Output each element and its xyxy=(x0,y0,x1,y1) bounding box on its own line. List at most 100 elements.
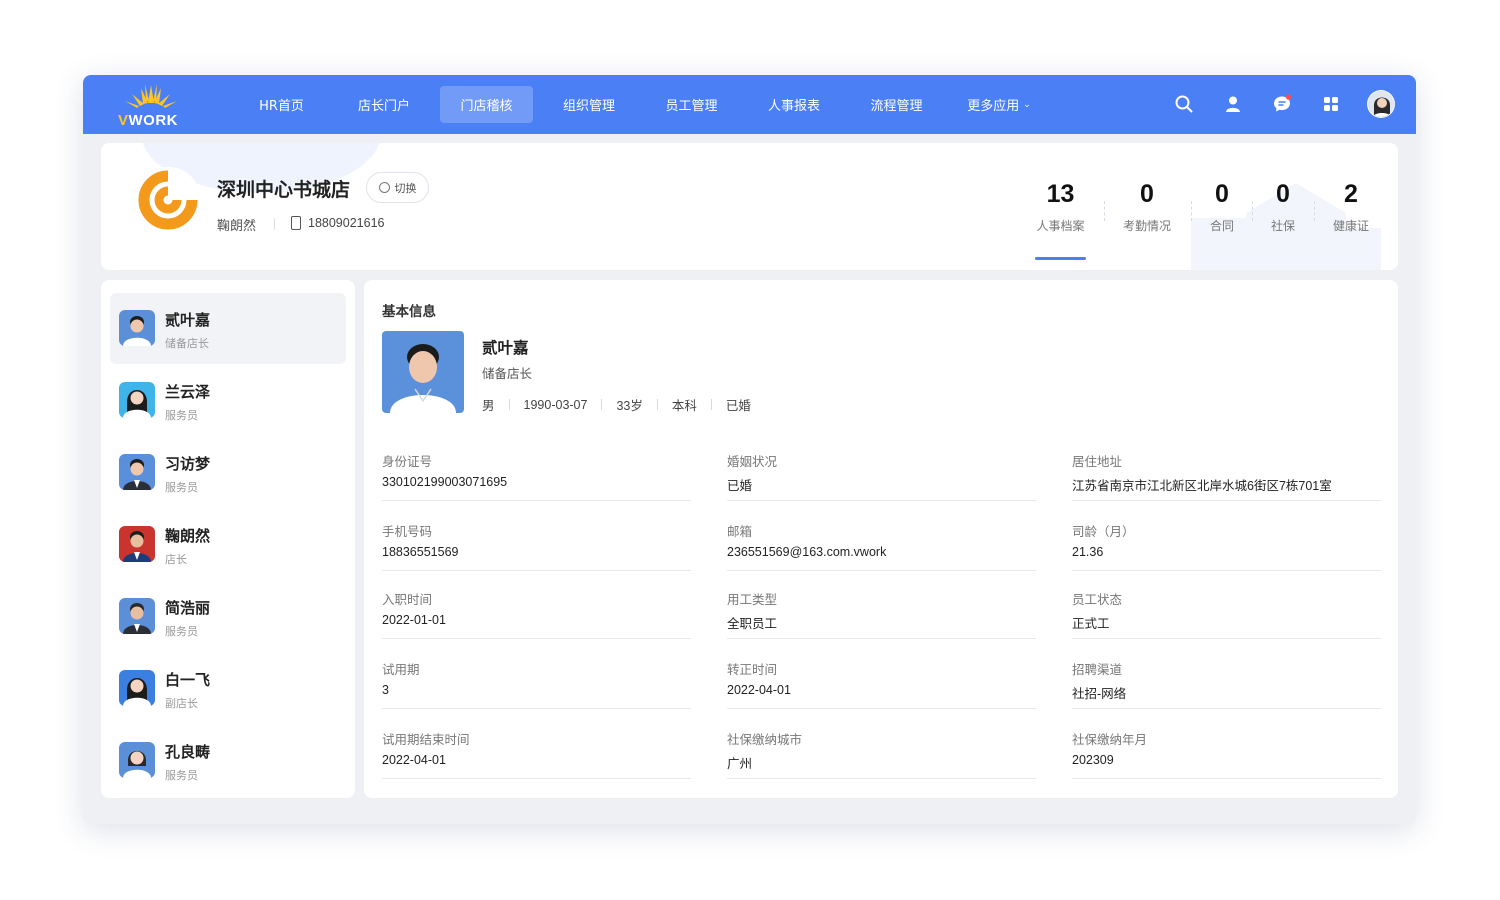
nav-item-org-management[interactable]: 组织管理 xyxy=(543,86,636,123)
list-item[interactable]: 孔良畴 服务员 xyxy=(110,725,346,796)
field-label: 试用期 xyxy=(382,662,420,677)
nav-item-manager-portal[interactable]: 店长门户 xyxy=(338,86,431,123)
avatar xyxy=(119,742,155,778)
field-label: 身份证号 xyxy=(382,454,433,469)
chevron-down-icon: ⌄ xyxy=(1023,99,1031,110)
field-label: 居住地址 xyxy=(1072,454,1123,469)
store-manager-name: 鞠朗然 xyxy=(217,219,257,234)
employee-meta: 男 1990-03-07 33岁 本科 已婚 xyxy=(482,395,751,414)
field-value: 21.36 xyxy=(1072,545,1104,559)
app-window: VWORK HR首页 店长门户 门店稽核 组织管理 员工管理 人事报表 流程管理… xyxy=(83,75,1416,824)
divider xyxy=(601,399,603,410)
active-stat-indicator xyxy=(1035,257,1086,260)
employee-role: 储备店长 xyxy=(482,366,533,381)
stat-personnel-files[interactable]: 13 人事档案 xyxy=(1031,179,1090,234)
nav-label: 组织管理 xyxy=(562,99,615,114)
sun-burst-icon xyxy=(125,84,177,108)
field-value: 202309 xyxy=(1072,753,1114,767)
field-address: 居住地址 江苏省南京市江北新区北岸水城6街区7栋701室 xyxy=(1072,451,1381,501)
list-item[interactable]: 贰叶嘉 储备店长 xyxy=(110,293,346,364)
stat-value: 0 xyxy=(1276,180,1290,208)
employee-name: 白一飞 xyxy=(165,671,211,689)
divider xyxy=(274,218,275,230)
birth-date: 1990-03-07 xyxy=(523,397,588,412)
employee-list: 贰叶嘉 储备店长 兰云泽 服务员 习访梦 服务员 鞠朗然 店长 简浩丽 服务员 … xyxy=(101,280,355,798)
stat-social-insurance[interactable]: 0 社保 xyxy=(1264,179,1302,234)
phone-icon xyxy=(291,216,301,230)
store-name: 深圳中心书城店 xyxy=(217,179,351,201)
top-navbar: VWORK HR首页 店长门户 门店稽核 组织管理 员工管理 人事报表 流程管理… xyxy=(83,75,1416,134)
nav-item-employee-management[interactable]: 员工管理 xyxy=(645,86,738,123)
field-value: 全职员工 xyxy=(727,617,778,631)
divider xyxy=(656,399,658,410)
nav-item-process-management[interactable]: 流程管理 xyxy=(850,86,943,123)
stat-health-certificates[interactable]: 2 健康证 xyxy=(1325,179,1377,234)
field-value: 2022-04-01 xyxy=(727,683,791,697)
nav-item-more-apps[interactable]: 更多应用 ⌄ xyxy=(953,86,1046,123)
field-value: 2022-04-01 xyxy=(382,753,446,767)
education: 本科 xyxy=(671,399,697,413)
employee-role: 店长 xyxy=(165,553,187,566)
employee-role: 副店长 xyxy=(165,697,198,710)
stat-label: 考勤情况 xyxy=(1122,219,1171,233)
field-label: 手机号码 xyxy=(382,524,433,539)
store-phone: 18809021616 xyxy=(308,216,385,230)
list-item[interactable]: 习访梦 服务员 xyxy=(110,437,346,508)
divider xyxy=(1314,201,1315,221)
field-label: 婚姻状况 xyxy=(727,454,778,469)
store-logo xyxy=(135,167,201,233)
user-icon[interactable] xyxy=(1223,94,1243,114)
vwork-logo[interactable]: VWORK xyxy=(115,81,187,129)
employee-role: 储备店长 xyxy=(165,337,209,350)
field-label: 招聘渠道 xyxy=(1072,662,1123,677)
field-mobile: 手机号码 18836551569 xyxy=(382,521,691,571)
gender: 男 xyxy=(482,399,495,413)
field-value: 已婚 xyxy=(727,479,753,493)
employee-role: 服务员 xyxy=(165,409,198,422)
stat-attendance[interactable]: 0 考勤情况 xyxy=(1117,179,1177,234)
field-label: 社保缴纳城市 xyxy=(727,732,803,747)
employee-name: 贰叶嘉 xyxy=(165,311,211,329)
field-value: 236551569@163.com.vwork xyxy=(727,545,887,559)
search-icon[interactable] xyxy=(1174,94,1194,114)
stat-label: 人事档案 xyxy=(1036,219,1085,233)
age: 33岁 xyxy=(616,399,643,413)
employee-name: 贰叶嘉 xyxy=(482,339,529,357)
employee-role: 服务员 xyxy=(165,481,198,494)
switch-store-button[interactable]: 切换 xyxy=(366,172,429,203)
section-title: 基本信息 xyxy=(382,304,436,320)
field-probation-period: 试用期 3 xyxy=(382,659,691,709)
nav-item-hr-reports[interactable]: 人事报表 xyxy=(748,86,841,123)
nav-item-hr-home[interactable]: HR首页 xyxy=(235,86,328,123)
stat-value: 2 xyxy=(1344,180,1358,208)
employee-name: 孔良畴 xyxy=(165,743,211,761)
apps-grid-icon[interactable] xyxy=(1321,94,1341,114)
field-label: 司龄（月） xyxy=(1072,524,1135,539)
list-item[interactable]: 鞠朗然 店长 xyxy=(110,509,346,580)
switch-label: 切换 xyxy=(394,181,417,195)
stat-contracts[interactable]: 0 合同 xyxy=(1203,179,1241,234)
list-item[interactable]: 白一飞 副店长 xyxy=(110,653,346,724)
divider xyxy=(1104,201,1105,221)
main-nav: HR首页 店长门户 门店稽核 组织管理 员工管理 人事报表 流程管理 更多应用 ⌄ xyxy=(235,86,1055,123)
nav-label: 更多应用 xyxy=(967,99,1020,114)
message-icon[interactable] xyxy=(1272,94,1292,114)
nav-label: 流程管理 xyxy=(870,99,923,114)
avatar xyxy=(119,310,155,346)
logo-wordmark: VWORK xyxy=(118,112,179,129)
switch-icon xyxy=(378,182,390,193)
nav-label: 店长门户 xyxy=(357,99,410,114)
stat-value: 0 xyxy=(1215,180,1229,208)
nav-label: 人事报表 xyxy=(767,99,820,114)
list-item[interactable]: 兰云泽 服务员 xyxy=(110,365,346,436)
nav-item-store-audit[interactable]: 门店稽核 xyxy=(440,86,533,123)
field-regularization-date: 转正时间 2022-04-01 xyxy=(727,659,1036,709)
list-item[interactable]: 简浩丽 服务员 xyxy=(110,581,346,652)
field-value: 2022-01-01 xyxy=(382,613,446,627)
employee-name: 习访梦 xyxy=(165,455,211,473)
user-avatar[interactable] xyxy=(1367,90,1395,118)
employee-name: 兰云泽 xyxy=(165,383,211,401)
marital-status: 已婚 xyxy=(725,399,751,413)
divider xyxy=(508,399,510,410)
stat-label: 健康证 xyxy=(1332,219,1369,233)
